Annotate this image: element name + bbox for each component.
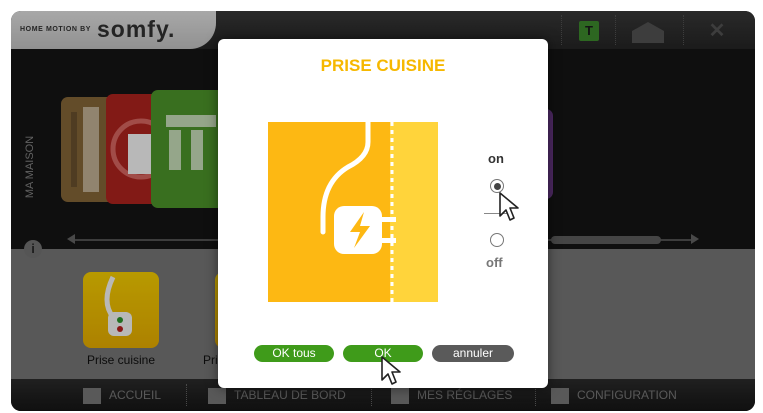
mouse-cursor-icon bbox=[381, 356, 401, 385]
state-on-label: on bbox=[488, 151, 504, 166]
mouse-cursor-icon bbox=[499, 192, 519, 221]
radio-off[interactable] bbox=[490, 233, 504, 247]
plug-icon bbox=[268, 119, 438, 302]
cancel-button[interactable]: annuler bbox=[432, 345, 514, 362]
dialog-title: PRISE CUISINE bbox=[320, 56, 446, 75]
radio-on[interactable] bbox=[490, 179, 504, 193]
ok-all-button[interactable]: OK tous bbox=[254, 345, 334, 362]
info-icon[interactable]: i bbox=[24, 240, 42, 258]
state-off-label: off bbox=[486, 255, 503, 270]
